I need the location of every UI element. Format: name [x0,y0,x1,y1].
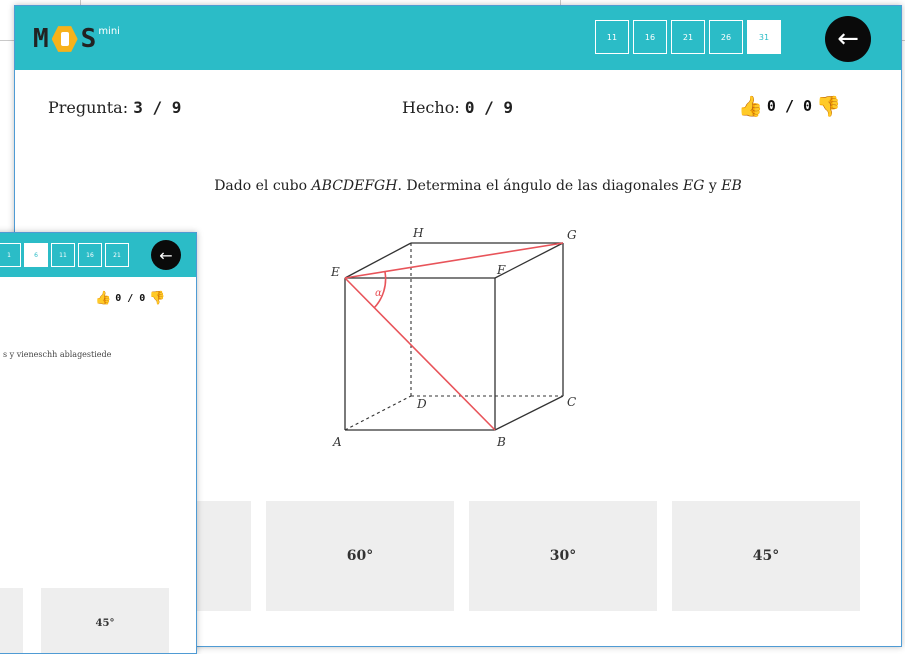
question-tabs: 1 6 11 16 21 [0,243,132,267]
tab-question[interactable]: 21 [671,20,705,54]
label-e: E [330,265,340,279]
header-bar: 1 6 11 16 21 ← [0,233,196,277]
question-tabs: 11 16 21 26 31 [595,20,785,54]
cube-figure: E F G H A B C D α [330,226,577,449]
thumbs-down-icon[interactable]: 👎 [149,291,165,306]
label-d: D [416,397,427,411]
quiz-window-back: 1 6 11 16 21 ← 👍 0 / 0 👎 s y vieneschh a… [0,232,197,654]
label-a: A [332,435,342,449]
label-h: H [412,226,424,240]
tab-question[interactable]: 16 [633,20,667,54]
diagonal-eg: EG [683,178,705,194]
thumbs-up-icon[interactable]: 👍 [738,94,763,118]
edge-bc [494,395,564,431]
edge-ad-hidden [344,395,412,431]
label-g: G [567,228,577,242]
thumbs-up-icon[interactable]: 👍 [95,291,111,306]
question-and: y [704,178,722,194]
answer-option[interactable] [0,588,23,653]
question-middle: . Determina el ángulo de las diagonales [397,178,684,194]
answer-option[interactable]: 60° [266,501,454,611]
back-button[interactable]: ← [151,240,181,270]
tab-question-active[interactable]: 6 [24,243,48,267]
diagonal-eb: EB [721,178,742,194]
answer-option[interactable]: 30° [469,501,657,611]
tab-question-active[interactable]: 31 [747,20,781,54]
question-text-snippet: s y vieneschh ablagestiede [3,350,112,359]
thumbs-down-icon[interactable]: 👎 [816,94,841,118]
label-b: B [496,435,506,449]
tab-question[interactable]: 26 [709,20,743,54]
pregunta-label: Pregunta: [48,98,129,117]
hexagon-logo-icon [51,26,78,52]
logo-letter-s: S [80,24,97,54]
question-text: Dado el cubo ABCDEFGH. Determina el ángu… [15,178,901,194]
arrow-left-icon: ← [837,24,859,54]
tab-question[interactable]: 11 [51,243,75,267]
tab-question[interactable]: 21 [105,243,129,267]
logo-letter-m: M [33,24,49,54]
question-prefix: Dado el cubo [214,178,312,194]
question-counter: Pregunta: 3 / 9 [48,98,181,117]
votes-count: 0 / 0 [115,293,146,304]
answer-option[interactable]: 45° [672,501,860,611]
pregunta-value: 3 / 9 [133,98,182,117]
arrow-left-icon: ← [159,245,173,265]
tab-question[interactable]: 1 [0,243,21,267]
cube-name: ABCDEFGH [311,178,398,194]
votes: 👍 0 / 0 👎 [95,291,165,306]
votes: 👍 0 / 0 👎 [738,94,841,118]
logo-suffix: mini [98,26,120,37]
tab-question[interactable]: 11 [595,20,629,54]
label-alpha: α [375,288,382,299]
hecho-label: Hecho: [402,98,460,117]
hecho-value: 0 / 9 [464,98,513,117]
answer-option[interactable]: 45° [41,588,169,653]
logo[interactable]: M S mini [33,24,120,54]
tab-question[interactable]: 16 [78,243,102,267]
label-f: F [496,263,506,277]
votes-count: 0 / 0 [766,97,813,115]
done-counter: Hecho: 0 / 9 [402,98,513,117]
back-button[interactable]: ← [825,16,871,62]
label-c: C [567,395,576,409]
header-bar: M S mini 11 16 21 26 31 ← [15,6,901,70]
